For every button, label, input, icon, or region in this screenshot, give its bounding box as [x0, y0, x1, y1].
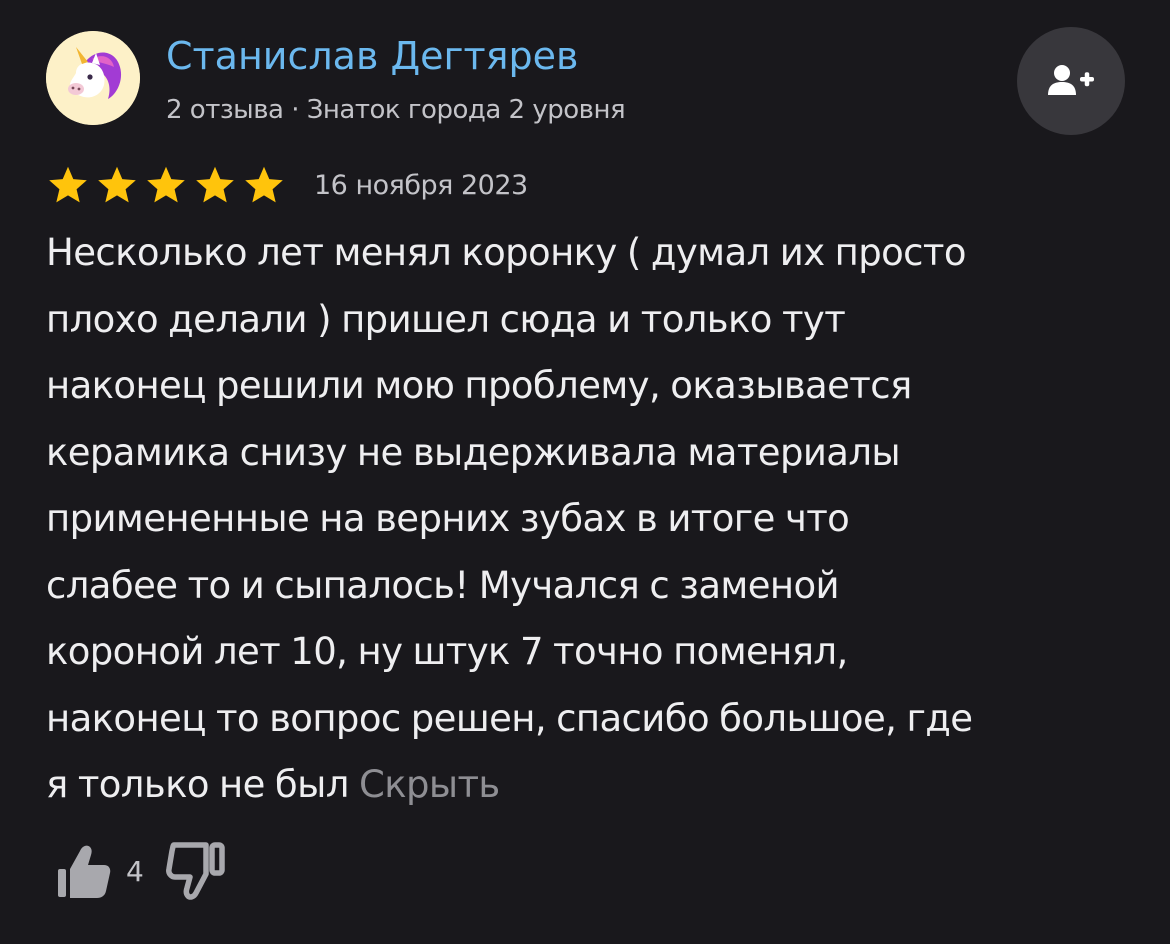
review-text-line: примененные на верних зубах в итоге что [46, 497, 850, 540]
like-count: 4 [126, 854, 144, 888]
review-text-line: короной лет 10, ну штук 7 точно поменял, [46, 630, 848, 673]
unicorn-avatar-icon [46, 31, 140, 125]
review-text: Несколько лет менял коронку ( думал их п… [46, 220, 1136, 819]
review-text-last-line: я только не был Скрыть [46, 752, 1136, 819]
review-card: { "author": { "name": "Станислав Дегтяре… [0, 0, 1170, 944]
thumbs-up-icon [58, 845, 111, 898]
star-icon [46, 164, 90, 206]
hide-review-link[interactable]: Скрыть [359, 763, 500, 806]
author-name[interactable]: Станислав Дегтярев [166, 30, 578, 82]
review-text-line: Несколько лет менял коронку ( думал их п… [46, 231, 967, 274]
reactions: 4 [56, 836, 226, 906]
review-text-line: наконец то вопрос решен, спасибо большое… [46, 696, 973, 740]
thumbs-down-icon [165, 842, 225, 900]
dislike-button[interactable] [165, 841, 226, 901]
review-text-line: я только не был [46, 763, 349, 806]
review-text-line: плохо делали ) пришел сюда и только тут [46, 297, 846, 341]
subscribe-button[interactable] [1017, 27, 1125, 135]
review-text-line: наконец решили мою проблему, оказывается [46, 364, 912, 407]
star-icon [144, 164, 188, 206]
star-icon [193, 164, 237, 206]
rating-row: 16 ноября 2023 [46, 162, 528, 208]
add-user-icon [1048, 65, 1094, 95]
star-icon [95, 164, 139, 206]
review-text-line: керамика снизу не выдерживала материалы [46, 430, 901, 474]
star-icon [242, 164, 286, 206]
star-rating [46, 164, 286, 206]
like-button[interactable]: 4 [56, 841, 144, 901]
review-date: 16 ноября 2023 [314, 169, 528, 201]
review-text-line: слабее то и сыпалось! Мучался с заменой [46, 563, 840, 607]
author-avatar[interactable] [46, 31, 140, 125]
author-meta: 2 отзыва · Знаток города 2 уровня [166, 95, 626, 125]
